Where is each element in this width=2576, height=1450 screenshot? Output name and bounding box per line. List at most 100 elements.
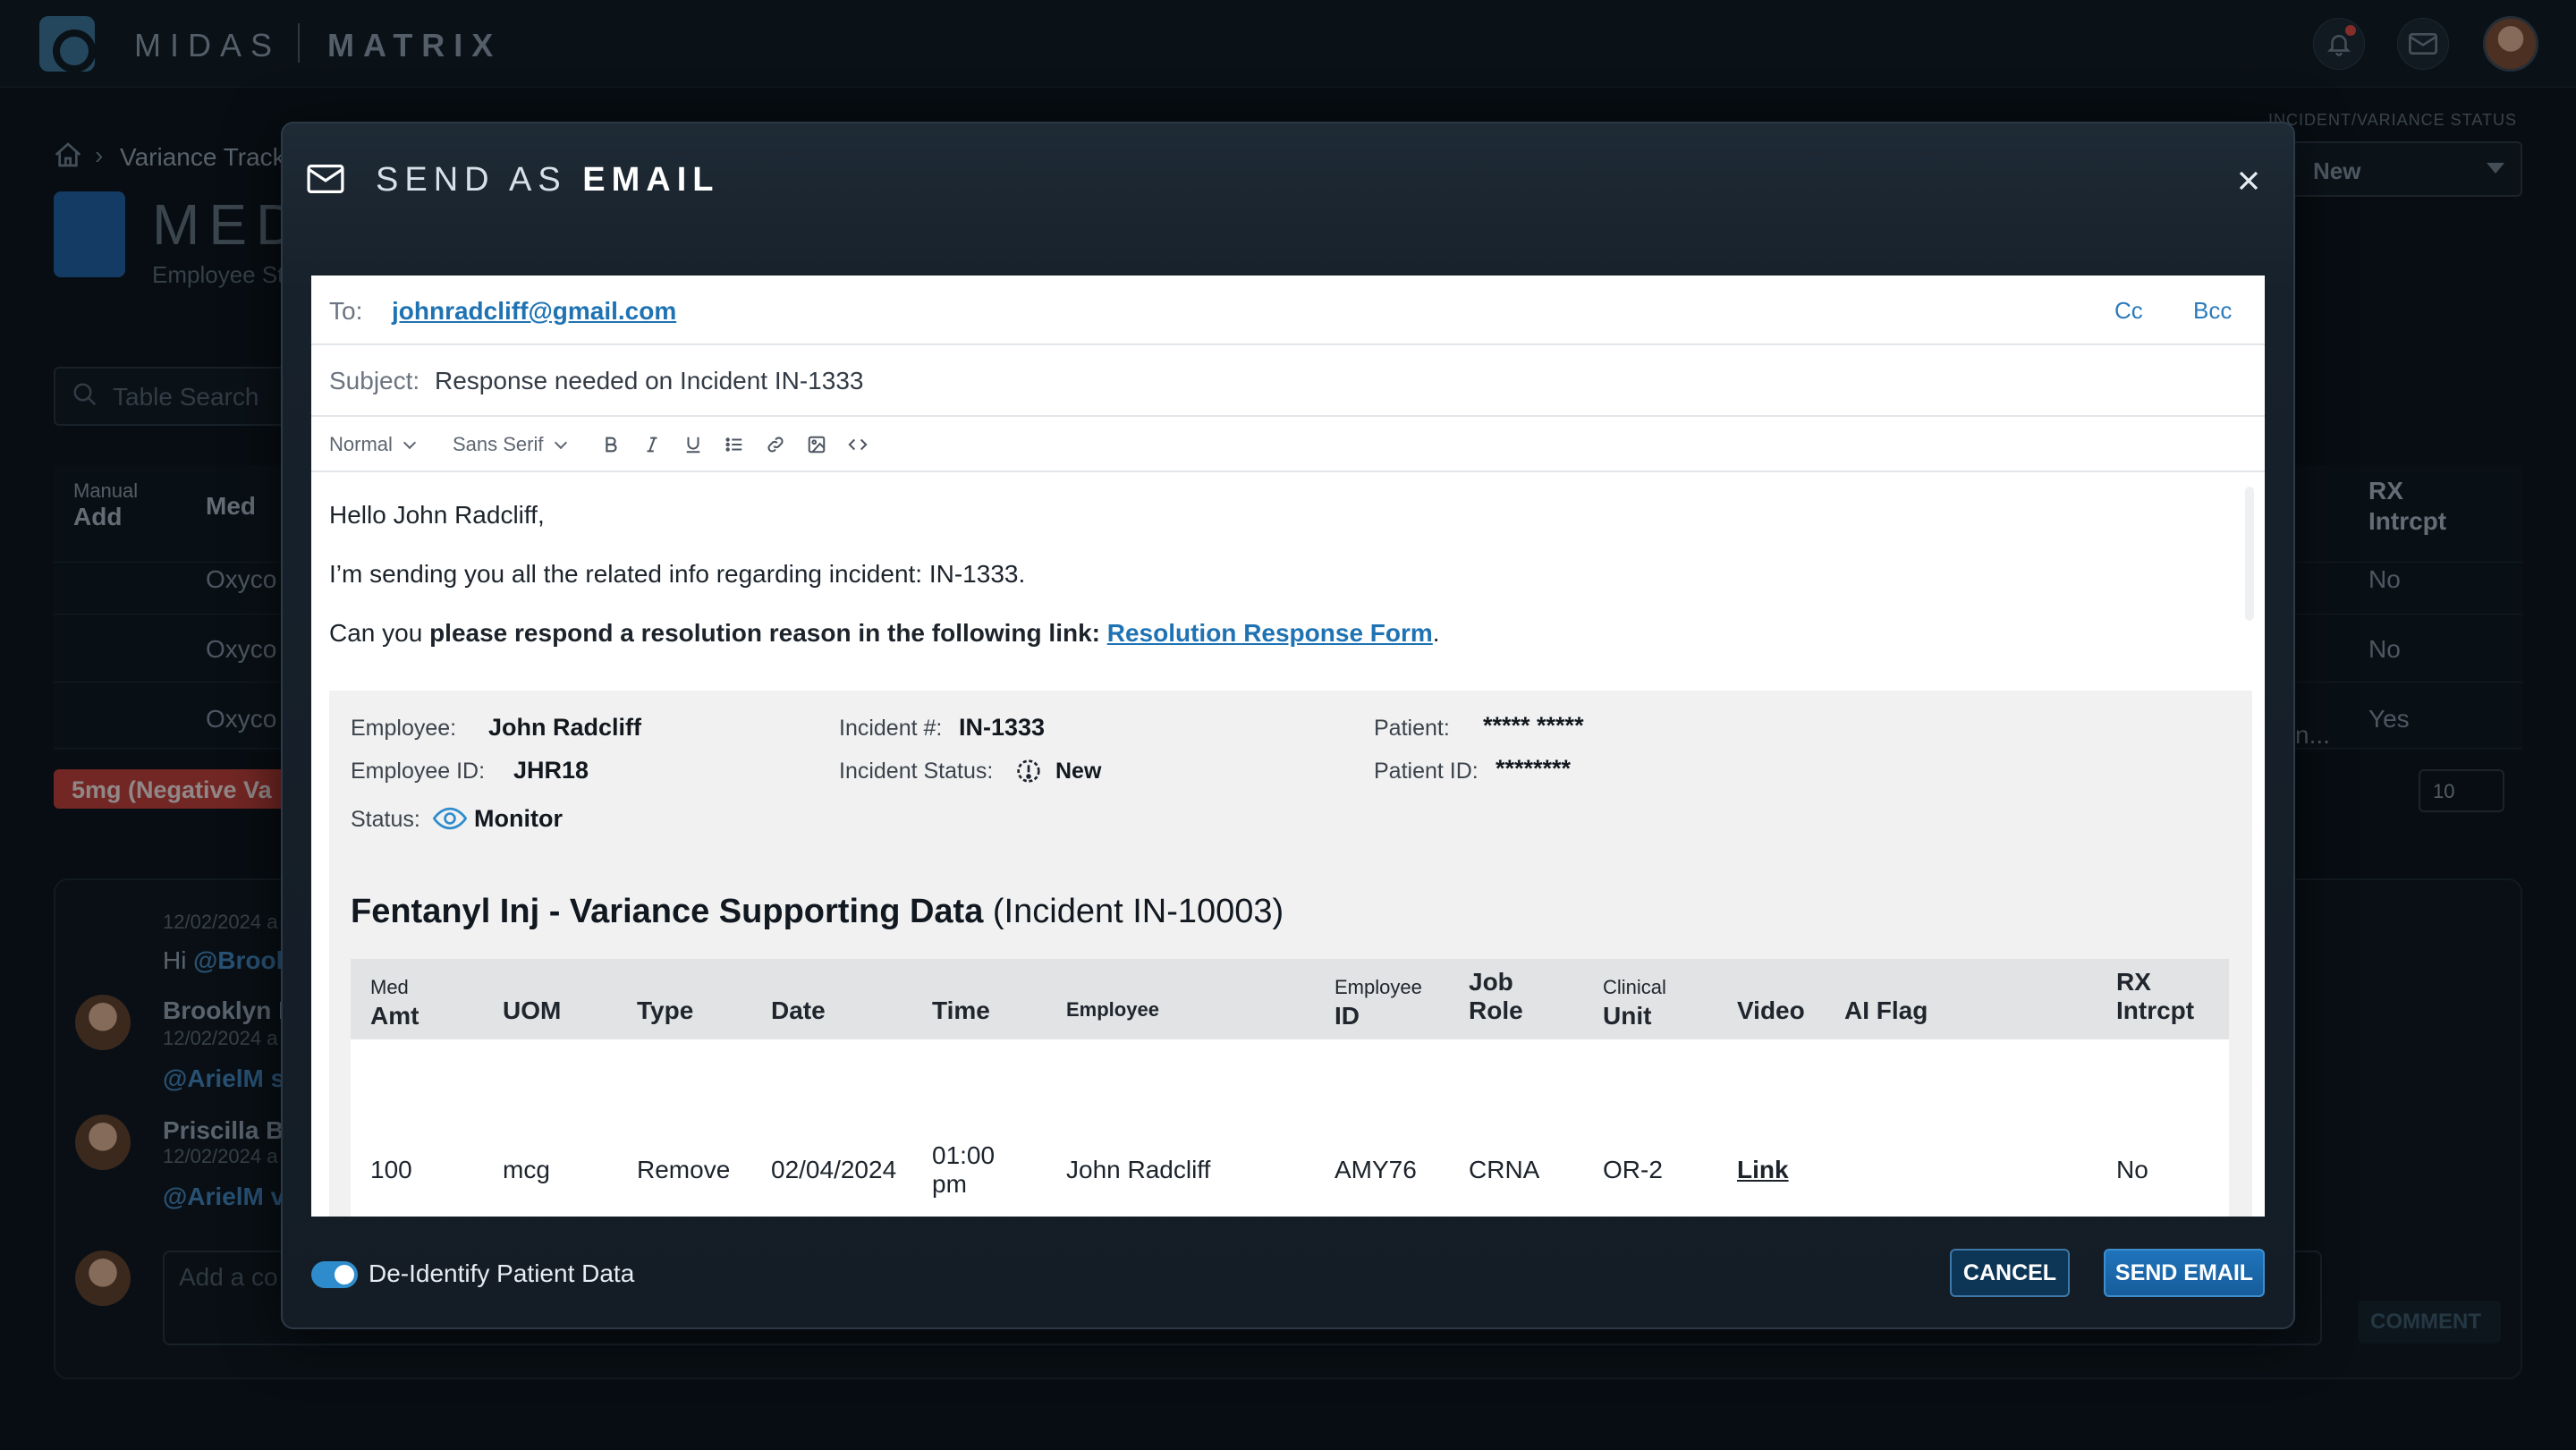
supporting-data-title-incident: (Incident IN-10003): [992, 893, 1284, 930]
table-header-row: Med Amt UOM Type Date Time Employee Emplo…: [351, 959, 2229, 1039]
patient-label: Patient:: [1374, 716, 1450, 741]
incident-number-label: Incident #:: [839, 716, 943, 741]
incident-number-value: IN-1333: [959, 714, 1046, 741]
bullet-list-icon[interactable]: [719, 429, 750, 460]
status-label: Status:: [351, 807, 420, 832]
request-prefix: Can you: [329, 619, 423, 647]
column-header-top: Job: [1469, 968, 1513, 996]
request-bold: please respond a resolution reason in th…: [429, 619, 1100, 647]
toggle-knob: [335, 1265, 354, 1285]
column-header-video: Video: [1737, 996, 1805, 1025]
link-icon[interactable]: [760, 429, 791, 460]
cell-job-role: CRNA: [1469, 1156, 1540, 1183]
to-label: To:: [329, 297, 363, 325]
supporting-data-title: Fentanyl Inj - Variance Supporting Data …: [351, 893, 1284, 931]
cell-med-amt: 100: [370, 1156, 412, 1183]
column-header-rx-intrcpt: RX Intrcpt: [2116, 968, 2194, 1025]
column-header-bottom: Time: [932, 996, 990, 1024]
column-header-ai-flag: AI Flag: [1844, 996, 1928, 1025]
column-header-bottom: ID: [1335, 1002, 1360, 1030]
column-header-job-role: Job Role: [1469, 968, 1523, 1025]
cell-time: 01:00 pm: [932, 1141, 995, 1199]
patient-id-label: Patient ID:: [1374, 759, 1479, 784]
request-line: Can you please respond a resolution reas…: [329, 619, 1440, 648]
employee-value: John Radcliff: [488, 714, 642, 741]
incident-status-label: Incident Status:: [839, 759, 994, 784]
body-scrollbar[interactable]: [2245, 487, 2254, 621]
table-row: 100 mcg Remove 02/04/2024 01:00 pm John R…: [351, 1039, 2229, 1217]
incident-info-box: Employee: John Radcliff Employee ID: JHR…: [329, 691, 2252, 1217]
font-select[interactable]: Sans Serif: [453, 433, 567, 456]
font-select-value: Sans Serif: [453, 433, 544, 455]
modal-title-bold: EMAIL: [582, 161, 720, 199]
to-row: To: johnradcliff@gmail.com Cc Bcc: [311, 276, 2265, 345]
cell-employee: John Radcliff: [1066, 1156, 1211, 1183]
column-header-time: Time: [932, 996, 990, 1025]
column-header-med-amt: Med Amt: [370, 971, 419, 1030]
column-header-top: Med: [370, 976, 409, 998]
email-composer: To: johnradcliff@gmail.com Cc Bcc Subjec…: [311, 276, 2265, 1217]
code-icon[interactable]: [843, 429, 873, 460]
cell-uom: mcg: [503, 1156, 550, 1183]
column-header-bottom: Type: [637, 996, 694, 1024]
cell-date: 02/04/2024: [771, 1156, 897, 1183]
incident-status-icon: [1014, 757, 1043, 785]
column-header-date: Date: [771, 996, 826, 1025]
cell-employee-id: AMY76: [1335, 1156, 1417, 1183]
modal-title: SEND AS EMAIL: [376, 161, 720, 199]
format-select-value: Normal: [329, 433, 393, 455]
greeting-line: Hello John Radcliff,: [329, 501, 545, 529]
column-header-top: Clinical: [1603, 976, 1666, 998]
column-header-bottom: AI Flag: [1844, 996, 1928, 1024]
request-suffix: .: [1432, 619, 1440, 647]
chevron-down-icon: [554, 436, 567, 450]
column-header-bottom: Amt: [370, 1002, 419, 1030]
column-header-bottom: Video: [1737, 996, 1805, 1024]
format-select[interactable]: Normal: [329, 433, 416, 456]
chevron-down-icon: [402, 436, 416, 450]
column-header-top: Employee: [1335, 976, 1422, 998]
patient-id-value: ********: [1496, 755, 1572, 782]
column-header-uom: UOM: [503, 996, 561, 1025]
column-header-clinical-unit: Clinical Unit: [1603, 971, 1666, 1030]
column-header-employee: Employee: [1066, 998, 1159, 1022]
close-icon[interactable]: [2233, 165, 2265, 197]
eye-icon: [433, 805, 467, 832]
resolution-form-link[interactable]: Resolution Response Form: [1107, 619, 1433, 647]
status-value: Monitor: [474, 805, 563, 832]
employee-id-value: JHR18: [513, 757, 589, 784]
cell-type: Remove: [637, 1156, 731, 1183]
column-header-type: Type: [637, 996, 693, 1025]
employee-id-label: Employee ID:: [351, 759, 486, 784]
cell-rx-intrcpt: No: [2116, 1156, 2148, 1183]
column-header-employee-id: Employee ID: [1335, 971, 1422, 1030]
body-line: I’m sending you all the related info reg…: [329, 560, 1026, 588]
cancel-button[interactable]: CANCEL: [1950, 1249, 2070, 1297]
subject-label: Subject:: [329, 367, 420, 394]
column-header-bottom: Date: [771, 996, 826, 1024]
employee-label: Employee:: [351, 716, 457, 741]
column-header-bottom: Unit: [1603, 1002, 1652, 1030]
bold-icon[interactable]: [596, 429, 626, 460]
column-header-bottom: UOM: [503, 996, 562, 1024]
cell-time-line2: pm: [932, 1170, 967, 1198]
column-header-bottom: Employee: [1066, 998, 1159, 1021]
image-icon[interactable]: [801, 429, 832, 460]
incident-status-value: New: [1055, 759, 1102, 784]
modal-title-light: SEND AS: [376, 161, 567, 199]
bcc-button[interactable]: Bcc: [2193, 297, 2232, 325]
subject-input[interactable]: Response needed on Incident IN-1333: [435, 367, 863, 395]
cc-button[interactable]: Cc: [2114, 297, 2143, 325]
deidentify-label: De-Identify Patient Data: [369, 1259, 635, 1287]
column-header-bottom: Role: [1469, 996, 1523, 1024]
italic-icon[interactable]: [637, 429, 667, 460]
editor-toolbar: Normal Sans Serif: [311, 417, 2265, 472]
cell-time-line1: 01:00: [932, 1141, 996, 1169]
to-recipient[interactable]: johnradcliff@gmail.com: [392, 297, 676, 326]
video-link[interactable]: Link: [1737, 1156, 1789, 1184]
underline-icon[interactable]: [678, 429, 708, 460]
envelope-icon: [306, 163, 345, 195]
cell-clinical-unit: OR-2: [1603, 1156, 1663, 1183]
column-header-bottom: Intrcpt: [2116, 996, 2195, 1024]
send-email-button[interactable]: SEND EMAIL: [2104, 1249, 2265, 1297]
